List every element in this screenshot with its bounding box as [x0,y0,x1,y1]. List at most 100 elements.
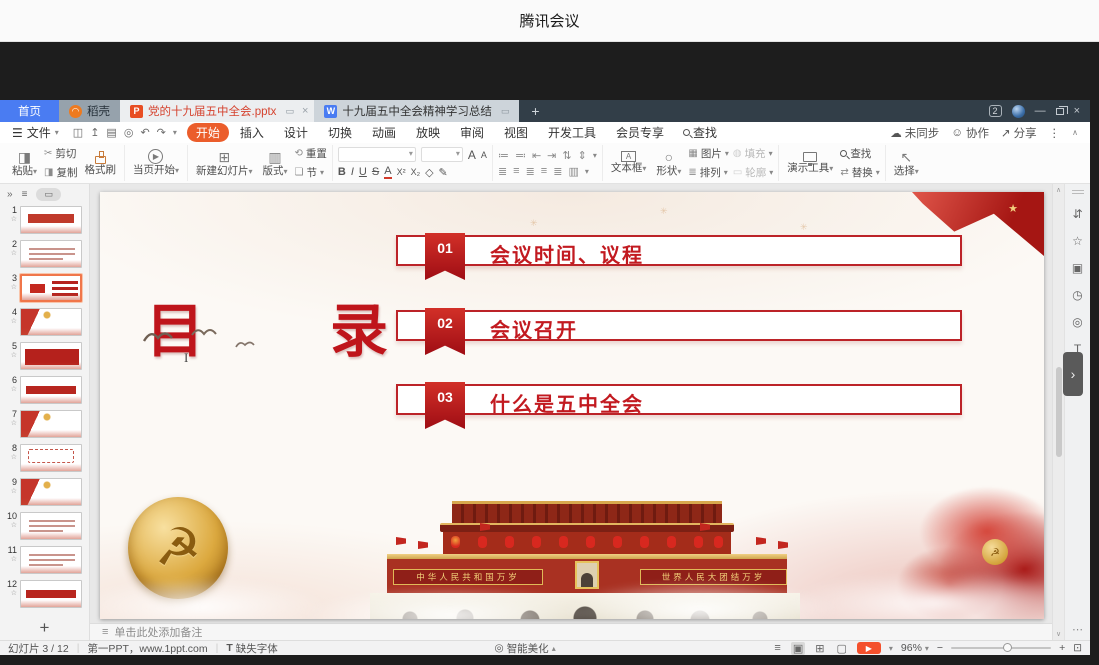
format-painter-button[interactable]: 格式刷 [81,150,119,176]
section-button[interactable]: ❏节▾ [295,165,327,180]
slide-thumbnail[interactable]: 4 ☆ [2,308,89,336]
shapes-button[interactable]: ○ 形状▾ [653,148,684,177]
zoom-out-icon[interactable]: − [937,642,943,654]
menu-tab[interactable]: 开发工具 [539,123,605,142]
decrease-indent-icon[interactable]: ⇤ [532,149,541,162]
missing-fonts-status[interactable]: T 缺失字体 [226,641,277,656]
thumbnail-preview[interactable] [20,308,82,336]
clear-format-icon[interactable]: ◇ [425,166,433,179]
slide-editor[interactable]: ★ ✳ ✳ ✳ 目 录 I 01 会议时间、议程 02 会议召开 03 [100,192,1044,619]
slideshow-play-button[interactable]: ▶ [857,642,881,654]
bullets-icon[interactable]: ≔ [498,149,509,162]
menu-tab[interactable]: 切换 [319,123,361,142]
save-icon[interactable]: ◫ [73,126,83,139]
sync-status[interactable]: ☁ 未同步 [890,125,939,141]
menu-tab[interactable]: 会员专享 [607,123,673,142]
increase-indent-icon[interactable]: ⇥ [547,149,556,162]
menu-tab[interactable]: 视图 [495,123,537,142]
outline-view-icon[interactable]: ≡ [22,189,28,200]
menu-tab[interactable]: 动画 [363,123,405,142]
vertical-scrollbar[interactable]: ∧ ∨ [1052,184,1064,640]
thumbnail-preview[interactable] [20,274,82,302]
slide-thumbnail[interactable]: 3 ☆ [2,274,89,302]
redo-icon[interactable]: ↷ [157,126,166,139]
comment-icon[interactable]: ▭ [285,106,294,117]
slide-thumbnail[interactable]: 5 ☆ [2,342,89,370]
font-family-select[interactable] [338,147,416,162]
reset-button[interactable]: ⟲重置 [295,146,327,161]
copy-button[interactable]: ◨复制 [44,165,77,180]
smart-beautify-button[interactable]: ◎ 智能美化 ▴ [495,641,556,656]
thumbnail-preview[interactable] [20,206,82,234]
slide-thumbnail[interactable]: 10 ☆ [2,512,89,540]
thumbnail-preview[interactable] [20,580,82,608]
align-center-icon[interactable]: ≡ [513,165,519,177]
print-icon[interactable]: ▤ [106,126,116,139]
slide-canvas[interactable]: ★ ✳ ✳ ✳ 目 录 I 01 会议时间、议程 02 会议召开 03 [90,184,1052,623]
tab-document-active[interactable]: P 党的十九届五中全会.pptx ▭ × [120,100,314,122]
line-spacing-icon[interactable]: ⇅ [562,149,571,162]
fit-slide-icon[interactable]: ⊡ [1073,642,1082,654]
slide-view-icon[interactable]: ▭ [36,188,61,201]
arrange-button[interactable]: ≣排列▾ [688,165,728,180]
restore-button[interactable] [1056,108,1064,115]
notes-bar[interactable]: ≡ 单击此处添加备注 [90,623,1052,640]
more-options-icon[interactable]: ⋯ [1072,623,1083,636]
panel-drag-handle[interactable] [1072,190,1084,194]
align-left-icon[interactable]: ≣ [498,165,507,178]
thumbnail-preview[interactable] [20,376,82,404]
undo-icon[interactable]: ↶ [140,126,149,139]
object-properties-icon[interactable]: ⇵ [1072,207,1082,221]
slide-thumbnail[interactable]: 6 ☆ [2,376,89,404]
find-button[interactable]: 查找 [840,146,879,161]
close-tab-icon[interactable]: × [302,105,308,117]
presentation-tools-button[interactable]: 演示工具▾ [784,152,836,174]
close-window-button[interactable]: × [1074,105,1080,117]
thumbnail-preview[interactable] [20,512,82,540]
expand-panel-button[interactable]: › [1063,352,1083,396]
menu-tab[interactable]: 审阅 [451,123,493,142]
slide-thumbnail[interactable]: 1 ☆ [2,206,89,234]
text-box-button[interactable]: A 文本框▾ [608,151,650,174]
window-list-badge[interactable]: 2 [989,105,1002,117]
slide-thumbnail[interactable]: 9 ☆ [2,478,89,506]
outline-button[interactable]: ▭轮廓▾ [733,165,773,180]
play-options-icon[interactable]: ▾ [889,644,893,653]
share-button[interactable]: ↗ 分享 [1001,125,1037,141]
align-right-icon[interactable]: ≣ [526,165,535,178]
superscript-button[interactable]: X² [397,167,406,177]
collaborate-button[interactable]: ☺ 协作 [951,125,989,141]
toc-row[interactable]: 01 会议时间、议程 [396,235,962,266]
zoom-slider-knob[interactable] [1003,643,1012,652]
menu-tab[interactable]: 插入 [231,123,273,142]
italic-button[interactable]: I [351,166,354,178]
play-from-current-button[interactable]: ▶ 当页开始▾ [130,149,182,176]
file-menu[interactable]: ☰ 文件 ▾ [8,124,63,141]
slide-sorter-icon[interactable]: ⊞ [813,642,826,655]
paste-button[interactable]: ◨ 粘贴▾ [9,148,40,177]
text-effects-icon[interactable]: ✎ [439,166,448,179]
slide-thumbnail[interactable]: 12 ☆ [2,580,89,608]
distribute-icon[interactable]: ≣ [553,165,562,178]
thumbnail-preview[interactable] [20,410,82,438]
cut-button[interactable]: ✂剪切 [44,146,77,161]
underline-button[interactable]: U [359,166,367,178]
decrease-font-icon[interactable]: A [481,150,487,160]
font-color-button[interactable]: A [384,165,391,179]
slide-thumbnail[interactable]: 8 ☆ [2,444,89,472]
smart-animation-icon[interactable]: ☆ [1072,234,1083,248]
columns-icon[interactable]: ▥ [568,165,578,178]
thumbnail-preview[interactable] [20,478,82,506]
thumbnail-preview[interactable] [20,342,82,370]
more-menu-icon[interactable]: ⋮ [1049,126,1061,140]
account-avatar[interactable] [1012,105,1025,118]
tab-docer[interactable]: ◠ 稻壳 [59,100,120,122]
toc-row[interactable]: 03 什么是五中全会 [396,384,962,415]
new-slide-button[interactable]: ⊞ 新建幻灯片▾ [193,148,256,177]
replace-button[interactable]: ⇄替换▾ [840,165,879,180]
tips-bulb-icon[interactable]: ◎ [1072,315,1082,329]
history-clock-icon[interactable]: ◷ [1072,288,1082,302]
toc-row[interactable]: 02 会议召开 [396,310,962,341]
new-tab-button[interactable]: + [519,100,551,122]
justify-icon[interactable]: ≡ [541,165,547,177]
